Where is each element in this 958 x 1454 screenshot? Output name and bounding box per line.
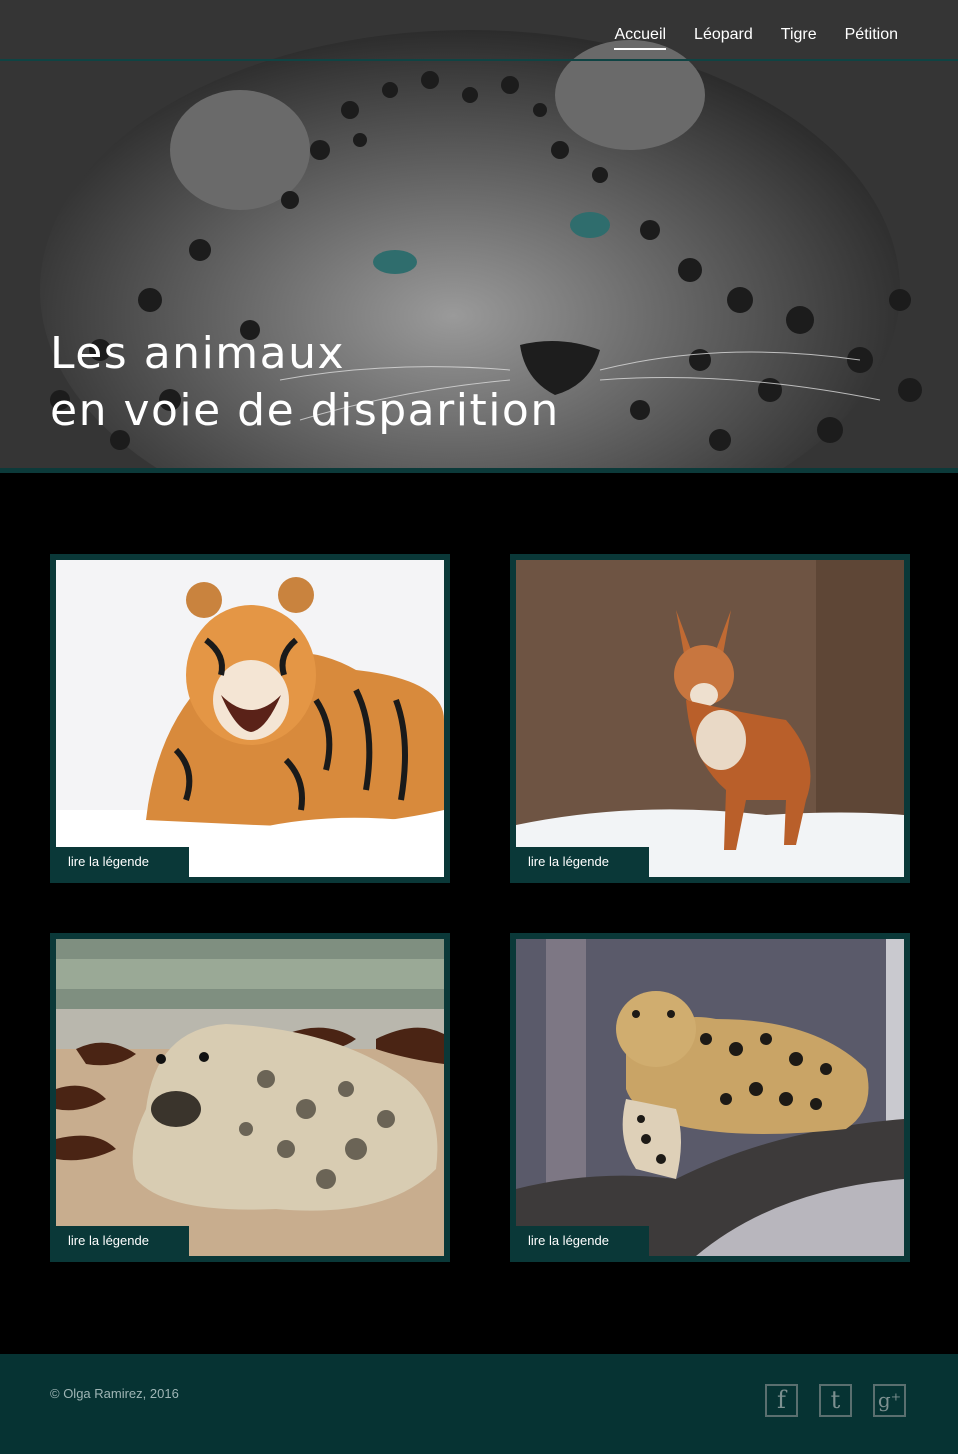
page-title-line-2: en voie de disparition	[50, 385, 560, 436]
page-footer: © Olga Ramirez, 2016 f t g⁺	[0, 1354, 958, 1454]
copyright-text: © Olga Ramirez, 2016	[50, 1386, 179, 1401]
hero-banner: Accueil Léopard Tigre Pétition Les anima…	[0, 0, 958, 470]
animal-card-dhole[interactable]: lire la légende	[510, 554, 910, 883]
seal-photo	[56, 939, 444, 1256]
animal-card-seal[interactable]: lire la légende	[50, 933, 450, 1262]
nav-item-petition[interactable]: Pétition	[845, 26, 898, 50]
page-title-line-1: Les animaux	[50, 328, 346, 379]
caption-button[interactable]: lire la légende	[516, 847, 649, 877]
tiger-photo	[56, 560, 444, 877]
nav-menu: Accueil Léopard Tigre Pétition	[614, 26, 898, 50]
hero-divider	[0, 468, 958, 473]
page-title: Les animaux en voie de disparition	[50, 325, 560, 439]
animal-card-tiger[interactable]: lire la légende	[50, 554, 450, 883]
animal-card-leopard[interactable]: lire la légende	[510, 933, 910, 1262]
facebook-icon[interactable]: f	[765, 1384, 798, 1417]
caption-button[interactable]: lire la légende	[56, 847, 189, 877]
caption-button[interactable]: lire la légende	[56, 1226, 189, 1256]
twitter-icon[interactable]: t	[819, 1384, 852, 1417]
dhole-photo	[516, 560, 904, 877]
nav-item-leopard[interactable]: Léopard	[694, 26, 753, 50]
top-navigation: Accueil Léopard Tigre Pétition	[0, 0, 958, 61]
social-links: f t g⁺	[765, 1384, 906, 1417]
nav-item-accueil[interactable]: Accueil	[614, 26, 667, 50]
leopard-cub-photo	[516, 939, 904, 1256]
caption-button[interactable]: lire la légende	[516, 1226, 649, 1256]
nav-item-tigre[interactable]: Tigre	[781, 26, 817, 50]
google-plus-icon[interactable]: g⁺	[873, 1384, 906, 1417]
